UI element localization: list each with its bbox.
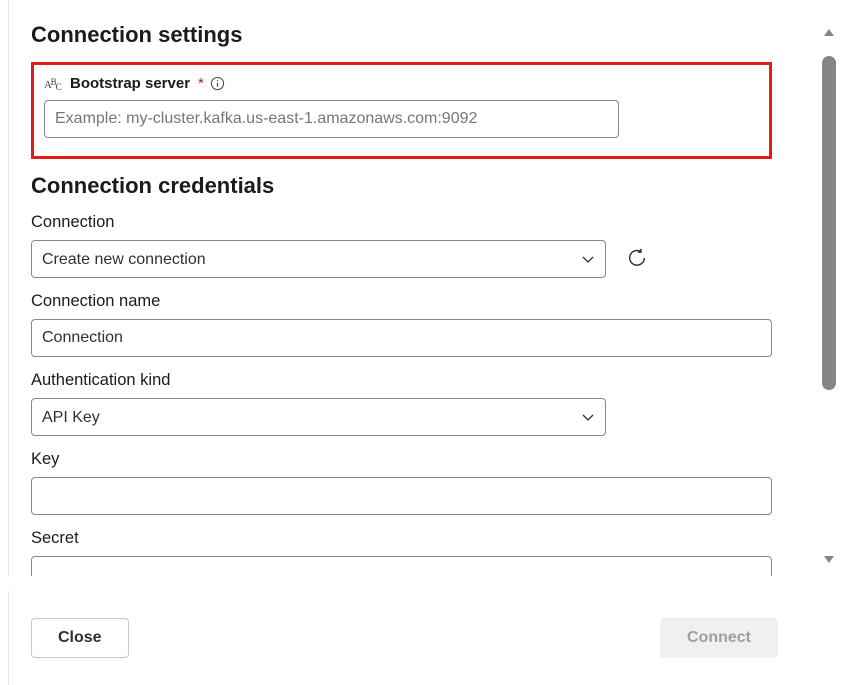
connection-select[interactable]: Create new connection: [31, 240, 606, 278]
secret-label: Secret: [31, 529, 772, 548]
refresh-button[interactable]: [622, 243, 652, 276]
connect-button[interactable]: Connect: [660, 618, 778, 658]
refresh-icon: [626, 247, 648, 272]
text-type-icon: A B C: [44, 76, 64, 92]
key-input[interactable]: [31, 477, 772, 515]
secret-input[interactable]: [31, 556, 772, 576]
connection-name-input[interactable]: [31, 319, 772, 357]
settings-panel: Connection settings A B C Bootstrap serv…: [8, 0, 798, 576]
scrollbar[interactable]: [822, 26, 836, 566]
bootstrap-server-label: Bootstrap server: [70, 75, 190, 92]
info-icon[interactable]: [210, 76, 225, 91]
connection-label: Connection: [31, 213, 772, 232]
connection-settings-heading: Connection settings: [31, 22, 772, 48]
bootstrap-server-input[interactable]: [44, 100, 619, 138]
scroll-down-icon[interactable]: [822, 552, 836, 566]
close-button[interactable]: Close: [31, 618, 129, 658]
scroll-up-icon[interactable]: [822, 26, 836, 40]
scroll-thumb[interactable]: [822, 56, 836, 390]
key-label: Key: [31, 450, 772, 469]
bootstrap-server-highlight: A B C Bootstrap server *: [31, 62, 772, 159]
authentication-kind-label: Authentication kind: [31, 371, 772, 390]
required-indicator: *: [198, 75, 204, 92]
svg-text:C: C: [56, 81, 62, 91]
connection-credentials-heading: Connection credentials: [31, 173, 772, 199]
dialog-footer: Close Connect: [8, 591, 798, 685]
connection-name-label: Connection name: [31, 292, 772, 311]
authentication-kind-select[interactable]: API Key: [31, 398, 606, 436]
